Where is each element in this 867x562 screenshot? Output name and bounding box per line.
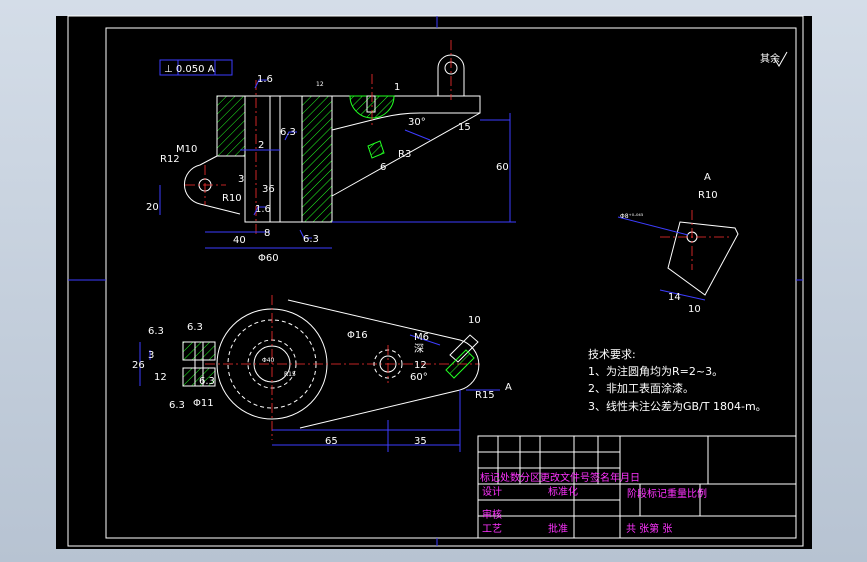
tb-sheets: 共 张第 张	[626, 522, 672, 535]
aux-phi8: Φ8⁺⁰·⁰⁴⁵	[620, 213, 644, 220]
dim-6: 6	[380, 162, 386, 173]
dim-30deg: 30°	[408, 117, 426, 128]
tb-stage: 阶段标记重量比例	[627, 487, 707, 500]
top-12b: 12	[414, 360, 427, 371]
top-65: 65	[325, 436, 338, 447]
top-phi11: Φ11	[193, 398, 214, 409]
top-r15b: R15	[284, 371, 296, 378]
top-phi16: Φ16	[347, 330, 368, 341]
rib-hatch	[367, 140, 385, 159]
cad-drawing: 其余 ⊥ 0.050 A 1.6 6.3 1.6 6.3 M10 R12 R10…	[67, 15, 804, 547]
top-phi40: Φ40	[262, 357, 275, 364]
top-60deg: 60°	[410, 372, 428, 383]
top-3: 3	[148, 350, 154, 361]
dim-3: 3	[238, 174, 244, 185]
dim-15: 15	[458, 122, 471, 133]
front-dimension-lines	[159, 79, 516, 249]
dim-2: 2	[258, 140, 264, 151]
side-section-upper	[182, 341, 216, 361]
top-deep: 深	[414, 343, 424, 355]
aux-10: 10	[688, 304, 701, 315]
right-wall-hatch	[301, 95, 333, 223]
top-view: 6.3 6.3 6.3 26 3 12 6.3 Φ11 Φ40 R15 Φ16 …	[132, 295, 512, 452]
notes-line-3: 3、线性未注公差为GB/T 1804-m。	[588, 399, 767, 413]
top-12: 12	[154, 372, 167, 383]
inner-border	[105, 27, 797, 539]
tb-review: 审核	[482, 508, 502, 521]
title-block: 标记处数分区更改文件号签名年月日 设计 标准化 阶段标记重量比例 审核 工艺 批…	[477, 435, 797, 539]
tb-header-row: 标记处数分区更改文件号签名年月日	[480, 471, 640, 484]
dim-ra16: 1.6	[257, 74, 273, 85]
top-plate-outline	[217, 95, 481, 131]
flatness-tolerance: ⊥ 0.050 A	[164, 64, 215, 75]
tb-standard: 标准化	[548, 485, 578, 498]
notes-title: 技术要求:	[588, 348, 636, 361]
dim-20: 20	[146, 202, 159, 213]
dim-12-small: 12	[316, 81, 324, 88]
top-ra63-a: 6.3	[187, 322, 203, 333]
top-ra63-b: 6.3	[148, 326, 164, 337]
top-26: 26	[132, 360, 145, 371]
dim-60-vertical: 60	[496, 162, 509, 173]
dim-r12: R12	[160, 154, 180, 165]
dim-8: 8	[264, 228, 270, 239]
aux-datum-label: A	[704, 172, 711, 183]
technical-requirements: 技术要求: 1、为注圆角均为R=2~3。 2、非加工表面涂漆。 3、线性未注公差…	[588, 348, 767, 413]
dim-r3: R3	[398, 149, 411, 160]
dim-1: 1	[394, 82, 400, 93]
top-ra63-c: 6.3	[199, 376, 215, 387]
front-view: ⊥ 0.050 A 1.6 6.3 1.6 6.3 M10 R12 R10 20…	[146, 40, 516, 264]
top-r15: R15	[475, 390, 495, 401]
left-wall-hatch	[216, 95, 246, 157]
viewer-background: 其余 ⊥ 0.050 A 1.6 6.3 1.6 6.3 M10 R12 R10…	[0, 0, 867, 562]
top-10: 10	[468, 315, 481, 326]
dim-36: 36	[262, 184, 275, 195]
dim-r10: R10	[222, 193, 242, 204]
top-m6: M6	[414, 332, 429, 343]
dim-ra63-c: 6.3	[303, 234, 319, 245]
aux-14: 14	[668, 292, 681, 303]
tb-design: 设计	[482, 485, 502, 498]
tb-approve: 批准	[548, 522, 568, 535]
dim-phi60: Φ60	[258, 253, 279, 264]
notes-line-2: 2、非加工表面涂漆。	[588, 381, 694, 395]
aux-view-a: A R10 Φ8⁺⁰·⁰⁴⁵ 14 10	[617, 172, 739, 315]
top-datum-a: A	[505, 382, 512, 393]
tb-process: 工艺	[482, 523, 502, 535]
aux-r10: R10	[698, 190, 718, 201]
notes-line-1: 1、为注圆角均为R=2~3。	[588, 364, 723, 378]
top-6-3: 6.3	[169, 400, 185, 411]
top-35: 35	[414, 436, 427, 447]
dim-ra63-a: 6.3	[280, 127, 296, 138]
dim-ra16-b: 1.6	[255, 204, 271, 215]
dim-40: 40	[233, 235, 246, 246]
